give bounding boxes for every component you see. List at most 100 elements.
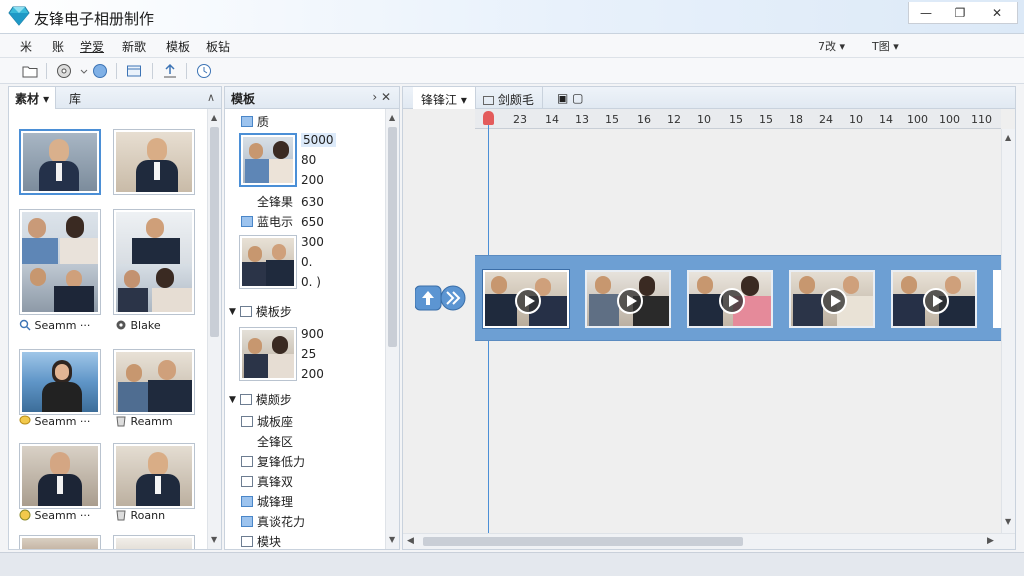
thumbnail-label-text: Seamm ···: [34, 415, 91, 428]
menu-item-3[interactable]: 学爱: [80, 38, 104, 55]
timeline-panel: 锋锋江 ▾ 剑颇毛 ▣ ▢ 23 14 13 15 16 12 10 15 15…: [402, 86, 1016, 550]
panel-close-button[interactable]: › ✕: [372, 90, 391, 104]
clock-icon[interactable]: [196, 63, 212, 79]
scrollbar-thumb[interactable]: [210, 127, 219, 337]
tree-item[interactable]: 全锋区: [241, 433, 293, 450]
view-dropdown[interactable]: 7改 ▾: [818, 38, 845, 54]
thumbnail-label-text: Seamm ···: [34, 509, 91, 522]
material-thumbnail[interactable]: [19, 535, 101, 549]
material-scrollbar[interactable]: ▲ ▼: [207, 109, 221, 549]
close-button[interactable]: ✕: [977, 2, 1017, 23]
tree-item[interactable]: 复锋低力: [241, 453, 305, 470]
film-icon[interactable]: [126, 63, 142, 79]
expand-arrow-icon[interactable]: ▼: [229, 307, 236, 317]
material-thumbnail[interactable]: [19, 129, 101, 195]
expand-arrow-icon[interactable]: ▼: [229, 395, 236, 405]
tree-item[interactable]: 全锋果 630: [241, 193, 324, 210]
magnifier-icon: [19, 319, 31, 331]
upload-icon[interactable]: [162, 63, 178, 79]
play-icon[interactable]: [719, 288, 745, 314]
menu-item-2[interactable]: 账: [52, 38, 64, 55]
material-thumbnail[interactable]: [113, 535, 195, 549]
photo-men-office: [242, 238, 294, 286]
tab-storyboard[interactable]: 锋锋江 ▾: [413, 87, 476, 109]
template-scrollbar[interactable]: ▲ ▼: [385, 109, 399, 549]
tab-material[interactable]: 素材 ▾: [9, 87, 57, 109]
scroll-right-icon[interactable]: ▶: [987, 536, 994, 546]
template-thumbnail[interactable]: [239, 133, 297, 187]
chevron-down-icon[interactable]: [76, 63, 92, 79]
tab-view-toggle[interactable]: ▣ ▢: [549, 87, 592, 109]
scroll-down-icon[interactable]: ▼: [1005, 517, 1011, 526]
tree-item[interactable]: 城锋理: [241, 493, 293, 510]
tree-item[interactable]: 模块: [241, 533, 281, 549]
template-value: 5000: [301, 133, 336, 147]
tree-item-root[interactable]: 质: [241, 113, 269, 130]
menu-item-6[interactable]: 板钻: [206, 38, 230, 55]
tree-item[interactable]: 真谈花力: [241, 513, 305, 530]
scroll-up-icon[interactable]: ▲: [389, 113, 395, 122]
checkbox-icon: [241, 516, 253, 527]
forward-arrow-icon[interactable]: [415, 285, 467, 311]
scroll-up-icon[interactable]: ▲: [211, 113, 217, 122]
template-thumbnail[interactable]: [239, 327, 297, 381]
ruler-tick: 110: [971, 113, 992, 126]
maximize-button[interactable]: ❐: [943, 2, 977, 23]
video-track[interactable]: [475, 255, 1001, 341]
app-window: 友锋电子相册制作 — ❐ ✕ 米 账 学爱 新歌 模板 板钻 7改 ▾ T图 ▾…: [0, 0, 1024, 576]
timeline-vscrollbar[interactable]: ▲ ▼: [1001, 129, 1015, 533]
timeline-hscrollbar[interactable]: ◀ ▶: [403, 533, 1015, 549]
template-value: 0.: [301, 255, 313, 269]
play-icon[interactable]: [617, 288, 643, 314]
material-thumbnail[interactable]: [113, 209, 195, 315]
material-thumbnail[interactable]: [113, 443, 195, 509]
play-icon[interactable]: [515, 288, 541, 314]
tree-item[interactable]: 城板座: [241, 413, 293, 430]
scrollbar-thumb[interactable]: [423, 537, 743, 546]
scrollbar-thumb[interactable]: [388, 127, 397, 347]
material-thumbnail[interactable]: [113, 129, 195, 195]
tab-library[interactable]: 库: [63, 87, 87, 109]
disc-icon[interactable]: [56, 63, 72, 79]
timeline-clip[interactable]: [687, 270, 773, 328]
tree-item-label: 真锋双: [257, 475, 294, 489]
layout-dropdown[interactable]: T图 ▾: [872, 38, 899, 54]
template-panel: 模板 › ✕ 质 5000 80 200 全锋果 630 蓝电示 650 300…: [224, 86, 400, 550]
photo-couple: [22, 212, 98, 312]
timeline-clip-partial[interactable]: [993, 270, 1001, 328]
minimize-button[interactable]: —: [909, 2, 943, 23]
template-thumbnail[interactable]: [239, 235, 297, 289]
menu-item-4[interactable]: 新歌: [122, 38, 146, 55]
tree-group[interactable]: ▼ 模颇步: [229, 391, 292, 408]
timeline-clip[interactable]: [483, 270, 569, 328]
photo-couple: [243, 137, 293, 183]
tree-item[interactable]: 蓝电示 650: [241, 213, 324, 230]
tree-item[interactable]: 真锋双: [241, 473, 293, 490]
scroll-up-icon[interactable]: ▲: [1005, 133, 1011, 142]
play-icon[interactable]: [821, 288, 847, 314]
tree-group[interactable]: ▼ 模板步: [229, 303, 292, 320]
time-ruler[interactable]: 23 14 13 15 16 12 10 15 15 18 24 10 14 1…: [475, 109, 1001, 129]
play-icon[interactable]: [923, 288, 949, 314]
thumbnail-label: Reamm: [115, 415, 173, 428]
scroll-down-icon[interactable]: ▼: [211, 535, 217, 544]
tree-item-label: 全锋区: [257, 435, 294, 449]
material-thumbnail[interactable]: [19, 443, 101, 509]
menu-item-5[interactable]: 模板: [166, 38, 190, 55]
collapse-icon[interactable]: ∧: [207, 91, 215, 104]
folder-icon[interactable]: [22, 63, 38, 79]
scroll-down-icon[interactable]: ▼: [389, 535, 395, 544]
scroll-left-icon[interactable]: ◀: [407, 536, 414, 546]
folder-icon: [483, 96, 494, 105]
material-thumbnail[interactable]: [113, 349, 195, 415]
timeline-clip[interactable]: [585, 270, 671, 328]
material-thumbnail[interactable]: [19, 349, 101, 415]
playhead-handle[interactable]: [483, 111, 494, 125]
template-panel-title: 模板: [231, 92, 256, 106]
material-thumbnail[interactable]: [19, 209, 101, 315]
menu-item-1[interactable]: 米: [20, 38, 32, 55]
timeline-clip[interactable]: [789, 270, 875, 328]
timeline-clip[interactable]: [891, 270, 977, 328]
tab-preview[interactable]: 剑颇毛: [475, 87, 543, 109]
globe-icon[interactable]: [92, 63, 108, 79]
